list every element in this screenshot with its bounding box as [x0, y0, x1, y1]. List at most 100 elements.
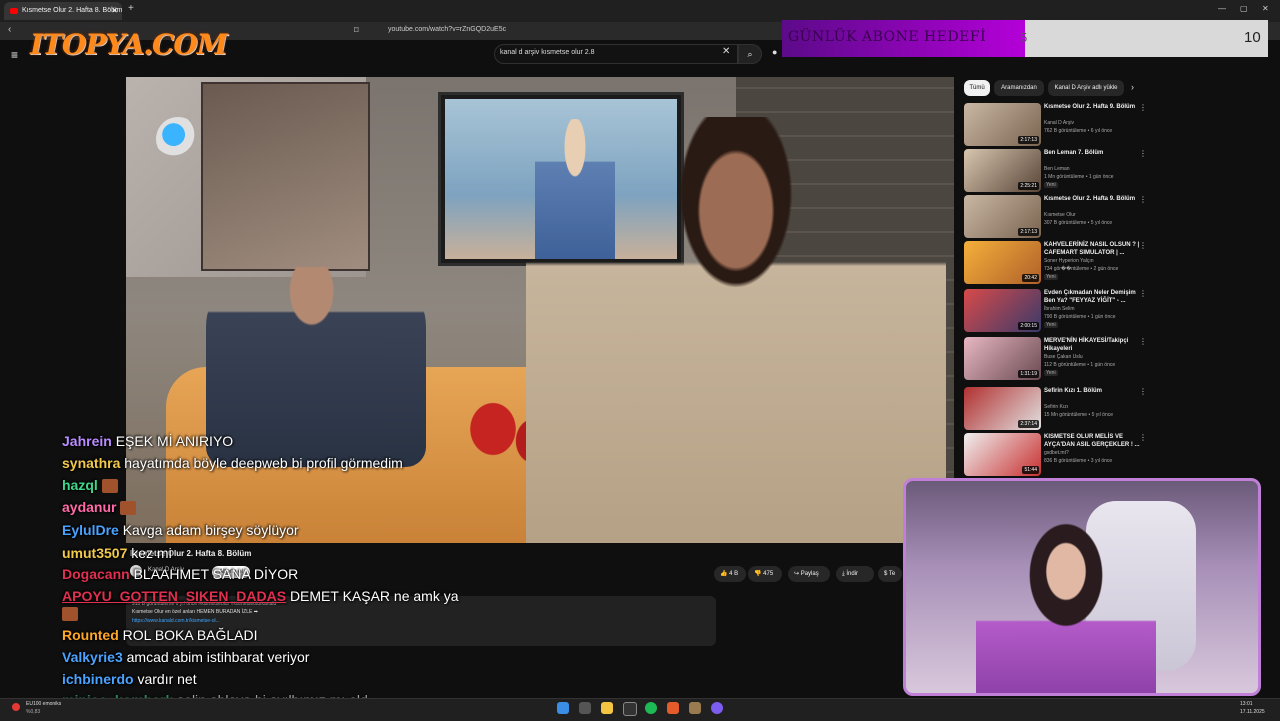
hamburger-menu-icon[interactable]: ≡ [11, 48, 18, 62]
app-icon[interactable] [623, 702, 637, 716]
recommendation-title[interactable]: Kısmetse Olur 2. Hafta 9. Bölüm [1044, 103, 1144, 111]
video-thumbnail[interactable]: 2:17:13 [964, 195, 1041, 238]
search-query[interactable]: kanal d arşiv kısmetse olur 2.8 [500, 49, 595, 56]
video-thumbnail[interactable]: 20:42 [964, 241, 1041, 284]
recommendation-item[interactable]: 2:00:15 Evden Çıkmadan Neler Demişim Ben… [964, 289, 1270, 335]
close-window-icon[interactable]: ✕ [1262, 4, 1269, 13]
chat-username: Rounted [62, 627, 119, 643]
chat-emote-icon [101, 479, 118, 494]
video-player[interactable] [126, 77, 954, 543]
recommendation-title[interactable]: Ben Leman 7. Bölüm [1044, 149, 1144, 157]
recommendation-meta: 307 B görüntüleme • 5 yıl önce [1044, 220, 1113, 226]
chat-text: EŞEK Mİ ANIRIYO [115, 433, 234, 449]
recommendation-channel[interactable]: Kısmetse Olur [1044, 212, 1076, 218]
spotify-icon[interactable] [645, 702, 657, 714]
recommendation-title[interactable]: Sefirin Kızı 1. Bölüm [1044, 387, 1144, 395]
more-options-icon[interactable]: ⋮ [1139, 337, 1147, 346]
youtube-favicon-icon [10, 8, 18, 14]
recommendation-title[interactable]: Evden Çıkmadan Neler Demişim Ben Ya? "FE… [1044, 289, 1144, 305]
video-thumbnail[interactable]: 2:00:15 [964, 289, 1041, 332]
back-icon[interactable]: ‹ [8, 24, 11, 35]
recommendation-channel[interactable]: Ben Leman [1044, 166, 1070, 172]
chat-text: Kavga adam birşey söylüyor [122, 522, 299, 538]
new-tab-button[interactable]: + [128, 3, 134, 14]
chip-from-search[interactable]: Aramanızdan [994, 80, 1044, 96]
recommendation-item[interactable]: 2:17:13 Kısmetse Olur 2. Hafta 9. Bölüm … [964, 195, 1270, 241]
recommendation-channel[interactable]: İbrahim Selim [1044, 306, 1075, 312]
like-button[interactable]: 👍 4 B [714, 566, 746, 582]
chip-channel-uploads[interactable]: Kanal D Arşiv adlı yükle [1048, 80, 1124, 96]
taskview-icon[interactable] [579, 702, 591, 714]
itopya-logo: ITOPYA.COM [30, 28, 228, 61]
clear-search-icon[interactable]: ✕ [722, 46, 730, 57]
more-options-icon[interactable]: ⋮ [1139, 241, 1147, 250]
duration-badge: 51:44 [1022, 466, 1039, 474]
more-options-icon[interactable]: ⋮ [1139, 387, 1147, 396]
recommendation-item[interactable]: 2:17:13 Kısmetse Olur 2. Hafta 9. Bölüm … [964, 103, 1270, 149]
duration-badge: 2:17:13 [1018, 228, 1039, 236]
thumbs-up-icon: 👍 [720, 571, 728, 577]
more-options-icon[interactable]: ⋮ [1139, 433, 1147, 442]
chat-username: APOYU_GOTTEN_SIKEN_DADAS [62, 588, 287, 604]
discord-icon[interactable] [711, 702, 723, 714]
video-thumbnail[interactable]: 2:37:14 [964, 387, 1041, 430]
chat-emote-icon [120, 501, 137, 516]
search-button[interactable]: ⌕ [738, 44, 762, 64]
recommendation-item[interactable]: 2:25:21 Ben Leman 7. Bölüm Ben Leman 1 M… [964, 149, 1270, 195]
minimize-window-icon[interactable]: — [1218, 4, 1226, 13]
subscriber-goal-label: GÜNLÜK ABONE HEDEFİ [788, 29, 987, 45]
recommendation-item[interactable]: 51:44 KISMETSE OLUR MELİS VE AYÇA'DAN AS… [964, 433, 1270, 479]
video-thumbnail[interactable]: 51:44 [964, 433, 1041, 476]
share-button[interactable]: ↪ Paylaş [788, 566, 830, 582]
description-link[interactable]: https://www.kanald.com.tr/kismetse-ol... [132, 618, 220, 624]
more-options-icon[interactable]: ⋮ [1139, 195, 1147, 204]
recommendation-item[interactable]: 20:42 KAHVELERİNİZ NASIL OLSUN ? | CAFEM… [964, 241, 1270, 287]
maximize-window-icon[interactable]: ▢ [1240, 4, 1248, 13]
recommendation-channel[interactable]: Soner Hyperion Yalçın [1044, 258, 1094, 264]
recommendation-channel[interactable]: Kanal D Arşiv [1044, 120, 1074, 126]
chat-text: DEMET KAŞAR ne amk ya [289, 588, 459, 604]
recommendation-item[interactable]: 2:37:14 Sefirin Kızı 1. Bölüm Sefirin Kı… [964, 387, 1270, 433]
chip-all[interactable]: Tümü [964, 80, 990, 96]
chat-username: Valkyrie3 [62, 649, 123, 665]
recommendation-title[interactable]: KAHVELERİNİZ NASIL OLSUN ? | CAFEMART SI… [1044, 241, 1144, 257]
chat-message: aydanur [62, 499, 137, 516]
recommendation-title[interactable]: Kısmetse Olur 2. Hafta 9. Bölüm [1044, 195, 1144, 203]
more-options-icon[interactable]: ⋮ [1139, 103, 1147, 112]
file-explorer-icon[interactable] [601, 702, 613, 714]
chat-message: Rounted ROL BOKA BAĞLADI [62, 627, 258, 643]
recommendation-title[interactable]: MERVE'NİN HİKAYESİ/Takipçi Hikayeleri [1044, 337, 1144, 353]
app-icon[interactable] [689, 702, 701, 714]
recommendation-channel[interactable]: Sefirin Kızı [1044, 404, 1068, 410]
dislike-button[interactable]: 👎 475 [748, 566, 782, 582]
chevron-right-icon[interactable]: › [1131, 82, 1134, 92]
bookmark-icon[interactable]: ⌑ [354, 25, 359, 36]
recommendation-meta: 112 B görüntüleme • 1 gün önce [1044, 362, 1116, 368]
new-badge: Yeni [1044, 182, 1058, 188]
recommendation-channel[interactable]: Buse Çakan Uslu [1044, 354, 1083, 360]
chat-text: vardır net [137, 671, 197, 687]
video-thumbnail[interactable]: 1:31:19 [964, 337, 1041, 380]
weather-widget[interactable]: EU100 emoniks [26, 701, 61, 707]
clock-date[interactable]: 17.11.2025 [1240, 709, 1265, 715]
microphone-icon[interactable]: ● [772, 47, 777, 57]
duration-badge: 2:37:14 [1018, 420, 1039, 428]
browser-tab[interactable]: Kısmetse Olur 2. Hafta 8. Bölüm ✕ [4, 2, 122, 20]
subscriber-goal-current: 5 [1020, 30, 1028, 45]
url-text[interactable]: youtube.com/watch?v=rZnGQD2uE5c [388, 26, 506, 33]
video-thumbnail[interactable]: 2:17:13 [964, 103, 1041, 146]
chat-text: ROL BOKA BAĞLADI [122, 627, 258, 643]
close-tab-icon[interactable]: ✕ [111, 2, 118, 20]
download-button[interactable]: ⤓ İndir [836, 566, 874, 582]
recommendation-channel[interactable]: gsdbet.mt? [1044, 450, 1069, 456]
recommendation-title[interactable]: KISMETSE OLUR MELİS VE AYÇA'DAN ASIL GER… [1044, 433, 1144, 449]
thanks-button[interactable]: $ Te [878, 566, 902, 582]
more-options-icon[interactable]: ⋮ [1139, 289, 1147, 298]
clock-time[interactable]: 13:01 [1240, 701, 1253, 707]
video-thumbnail[interactable]: 2:25:21 [964, 149, 1041, 192]
recommendation-item[interactable]: 1:31:19 MERVE'NİN HİKAYESİ/Takipçi Hikay… [964, 337, 1270, 383]
start-icon[interactable] [557, 702, 569, 714]
more-options-icon[interactable]: ⋮ [1139, 149, 1147, 158]
chat-username: aydanur [62, 499, 117, 515]
brave-browser-icon[interactable] [667, 702, 679, 714]
